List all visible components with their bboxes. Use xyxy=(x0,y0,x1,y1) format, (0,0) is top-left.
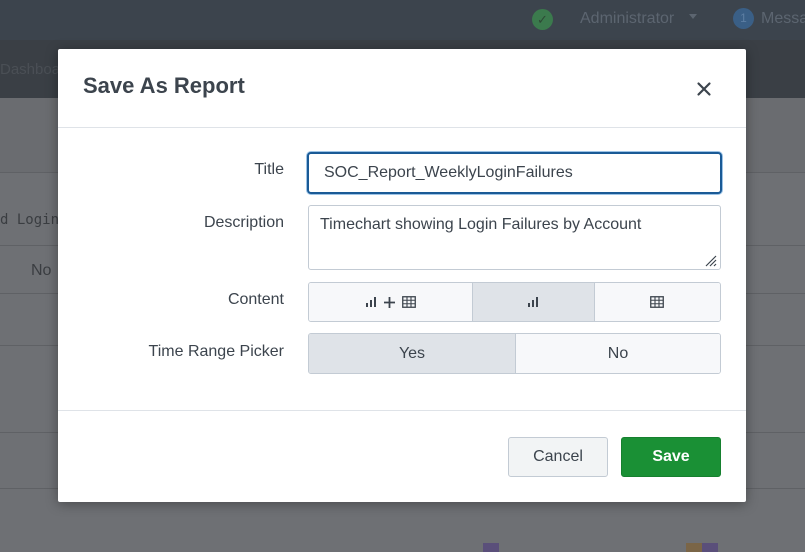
status-check-icon: ✓ xyxy=(532,9,553,30)
chart-bar xyxy=(483,543,499,552)
plus-icon xyxy=(383,296,396,309)
dialog-title: Save As Report xyxy=(83,73,245,98)
title-input[interactable] xyxy=(307,152,722,194)
save-button[interactable]: Save xyxy=(621,437,721,477)
bar-chart-icon xyxy=(365,296,377,308)
cancel-button[interactable]: Cancel xyxy=(508,437,608,477)
close-icon xyxy=(697,82,711,96)
app-top-bar xyxy=(0,0,805,40)
time-range-option-no[interactable]: No xyxy=(516,334,720,373)
messages-badge: 1 xyxy=(733,8,754,29)
content-label: Content xyxy=(227,291,284,308)
content-option-chart-and-table[interactable] xyxy=(309,283,474,321)
user-menu: Administrator xyxy=(580,10,675,27)
description-label: Description xyxy=(203,214,284,231)
table-icon xyxy=(650,296,665,308)
close-button[interactable] xyxy=(692,77,716,101)
dialog-header: Save As Report xyxy=(58,49,746,128)
table-column-header: d Login xyxy=(0,212,60,228)
chevron-down-icon xyxy=(689,14,697,19)
description-input[interactable]: Timechart showing Login Failures by Acco… xyxy=(308,205,721,270)
bar-chart-icon xyxy=(527,296,539,308)
messages-menu: Messages xyxy=(761,10,805,27)
save-as-report-dialog: Save As Report Title Description Timecha… xyxy=(58,49,746,502)
chart-bar xyxy=(686,543,702,552)
content-selector xyxy=(308,282,721,322)
dialog-footer-divider xyxy=(58,410,746,411)
chart-bar xyxy=(702,543,718,552)
content-option-chart[interactable] xyxy=(473,283,595,321)
time-range-picker-toggle: Yes No xyxy=(308,333,721,374)
resize-handle-icon[interactable] xyxy=(703,253,717,267)
time-range-picker-label: Time Range Picker xyxy=(148,343,284,360)
time-range-option-yes[interactable]: Yes xyxy=(309,334,516,373)
table-icon xyxy=(402,296,416,308)
content-option-table[interactable] xyxy=(594,283,720,321)
table-cell: No xyxy=(31,262,52,279)
title-label: Title xyxy=(254,161,284,178)
